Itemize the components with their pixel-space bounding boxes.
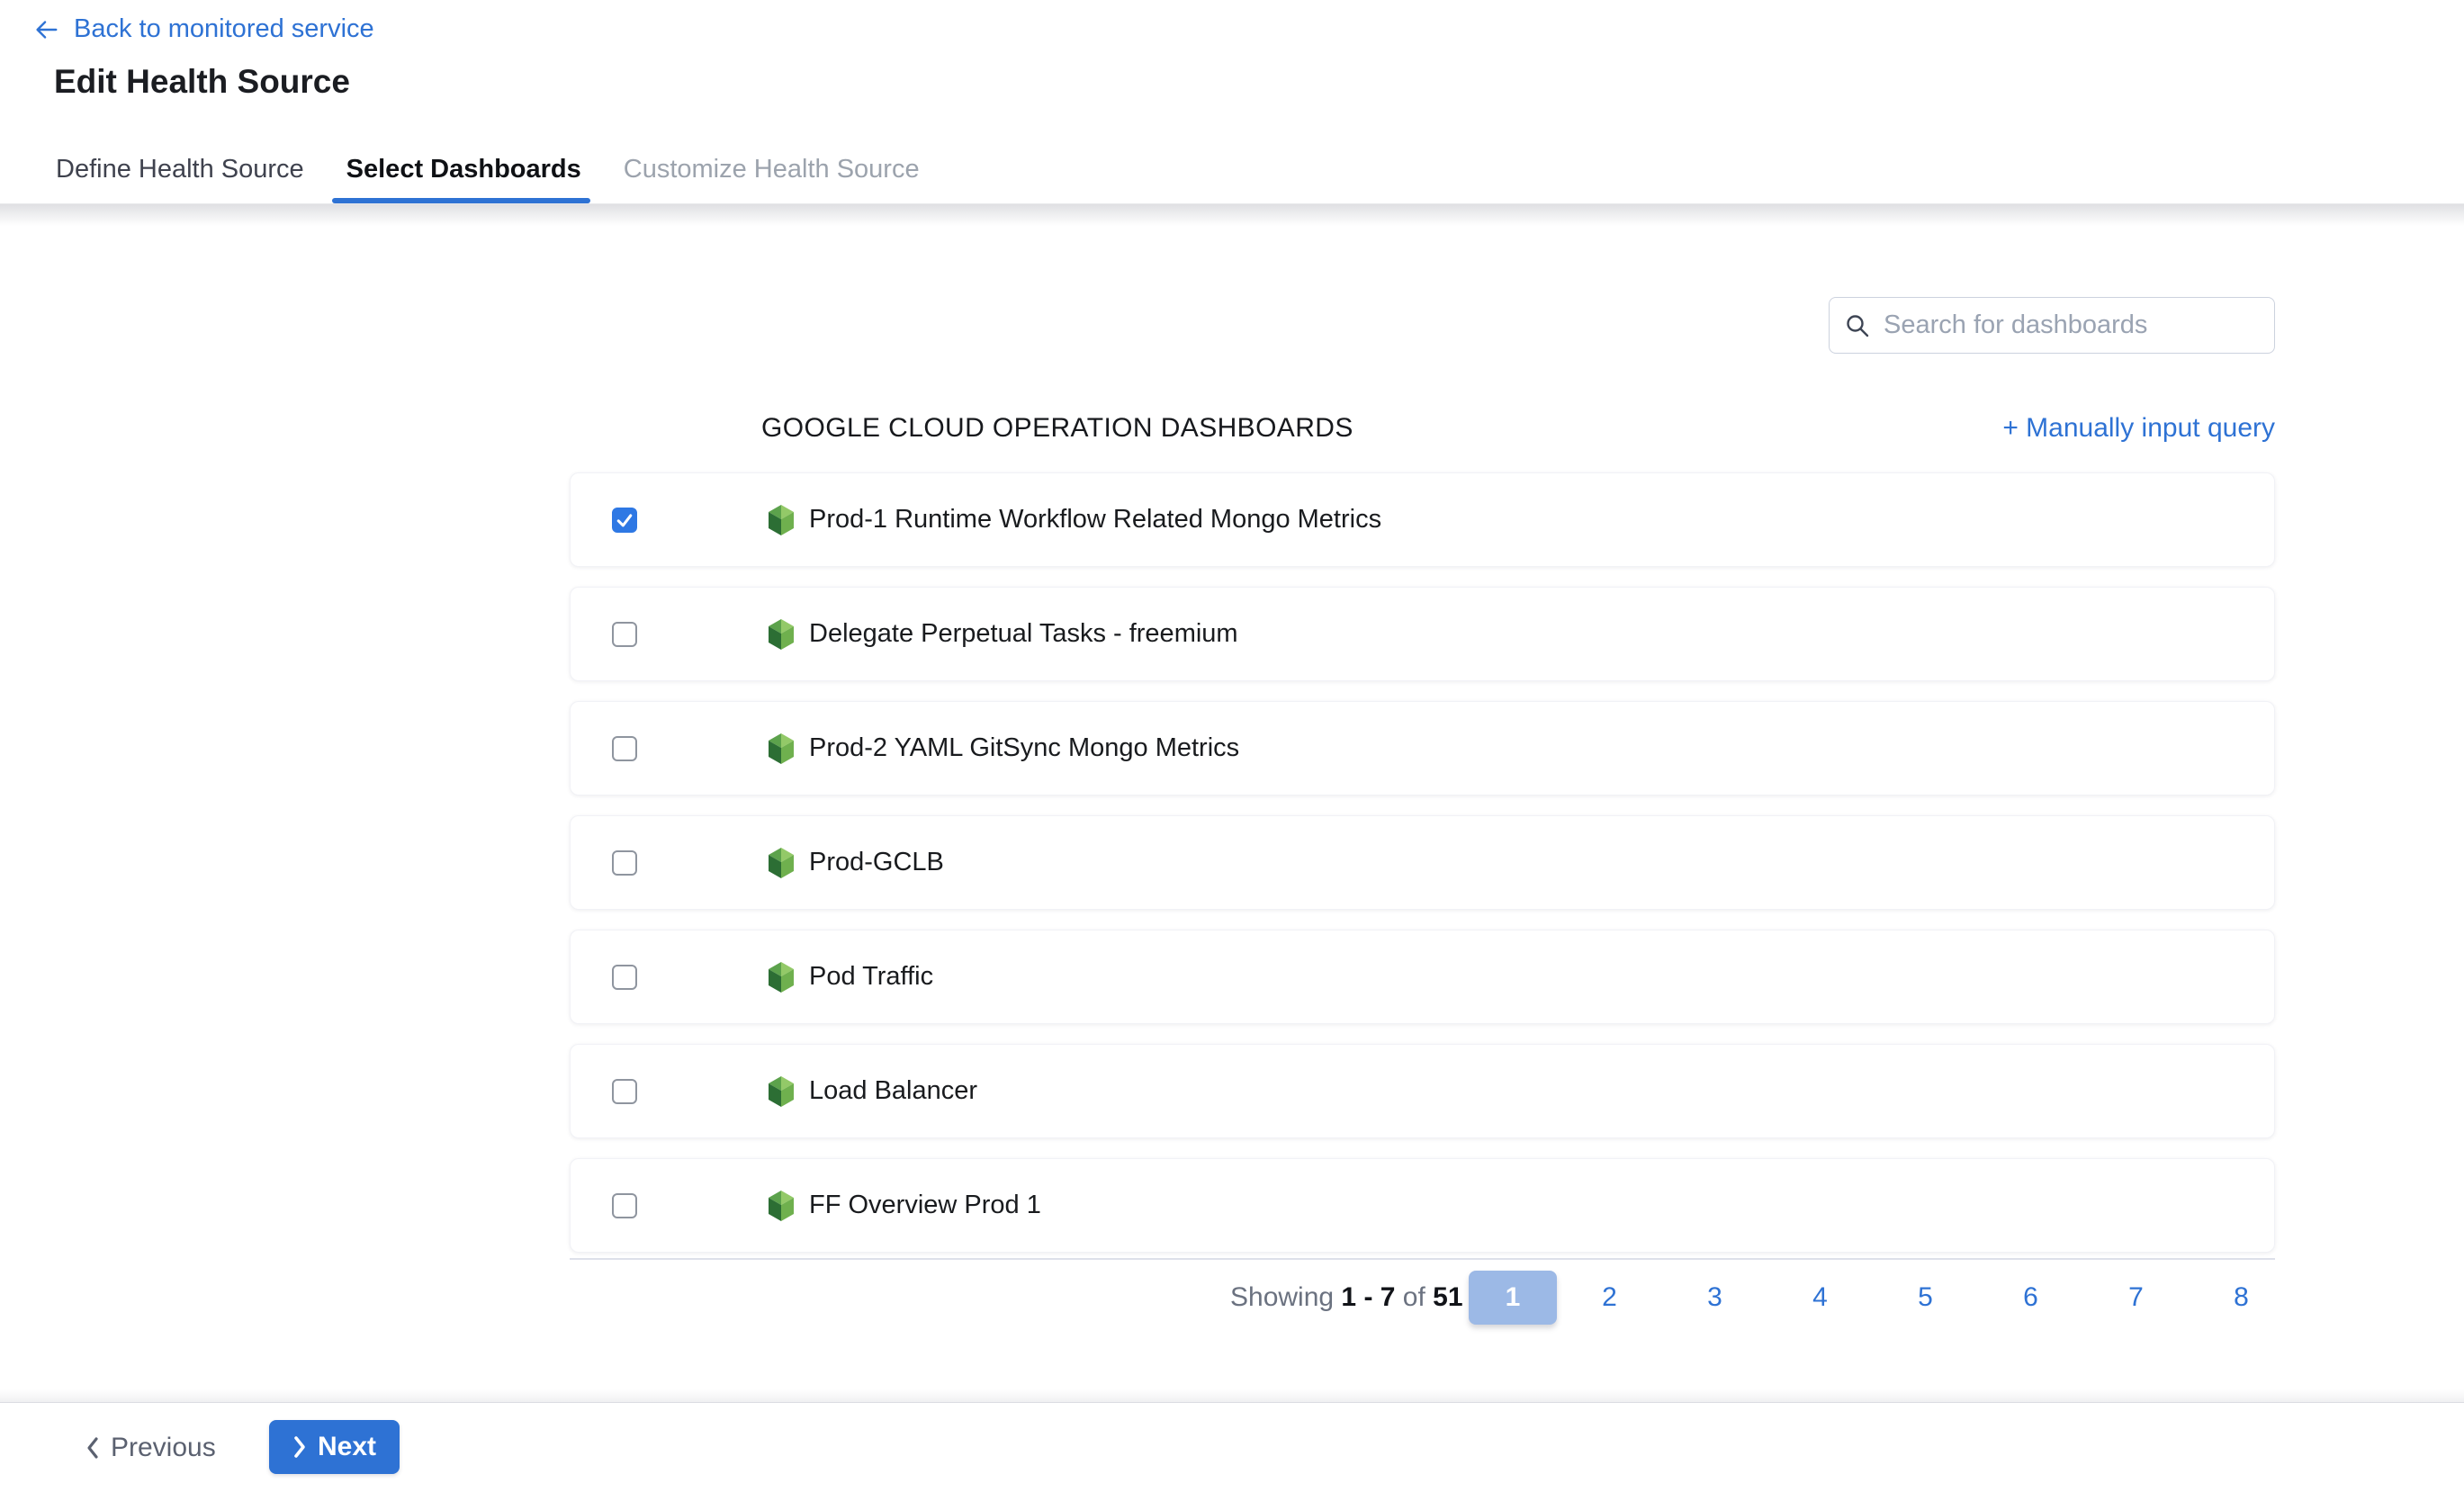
search-icon [1844,312,1871,339]
previous-label: Previous [111,1433,216,1463]
list-item[interactable]: Pod Traffic [570,930,2275,1024]
next-button[interactable]: Next [269,1420,400,1474]
footer-bar: Previous Next [0,1402,2464,1492]
page-button-4[interactable]: 4 [1767,1282,1873,1313]
list-item[interactable]: Load Balancer [570,1044,2275,1138]
page-button-8[interactable]: 8 [2189,1282,2294,1313]
dashboard-cube-icon [768,619,795,650]
dashboard-checkbox[interactable] [612,1079,637,1104]
page-button-2[interactable]: 2 [1557,1282,1662,1313]
page-button-1[interactable]: 1 [1469,1271,1557,1325]
dashboard-cube-icon [768,1076,795,1107]
dashboard-checkbox[interactable] [612,965,637,990]
page-title: Edit Health Source [54,63,350,101]
dashboard-name: Load Balancer [809,1076,977,1106]
dashboard-name: Delegate Perpetual Tasks - freemium [809,619,1238,649]
previous-button[interactable]: Previous [85,1433,216,1463]
check-icon [615,510,634,530]
tab-customize-health-source[interactable]: Customize Health Source [624,135,920,203]
section-title: GOOGLE CLOUD OPERATION DASHBOARDS [761,413,1353,444]
dashboard-list: Prod-1 Runtime Workflow Related Mongo Me… [570,472,2275,1272]
dashboard-checkbox[interactable] [612,850,637,876]
edit-health-source-page: Back to monitored service Edit Health So… [0,0,2464,1492]
tab-define-health-source[interactable]: Define Health Source [56,135,304,203]
chevron-right-icon [292,1435,307,1459]
of-label: of [1403,1282,1425,1312]
chevron-left-icon [85,1436,100,1460]
dashboard-name: Prod-GCLB [809,848,944,877]
dashboard-name: FF Overview Prod 1 [809,1191,1041,1220]
dashboard-name: Prod-2 YAML GitSync Mongo Metrics [809,733,1239,763]
next-label: Next [318,1432,376,1462]
list-item[interactable]: Prod-2 YAML GitSync Mongo Metrics [570,701,2275,795]
back-link[interactable]: Back to monitored service [32,14,374,44]
dashboard-checkbox[interactable] [612,736,637,761]
pagination: Showing 1 - 7 of 51 1 2 3 4 5 6 7 8 [1230,1271,1463,1325]
total-count: 51 [1433,1282,1462,1312]
back-link-label: Back to monitored service [74,14,374,44]
dashboard-name: Pod Traffic [809,962,933,992]
dashboard-name: Prod-1 Runtime Workflow Related Mongo Me… [809,505,1381,535]
list-bottom-divider [570,1258,2275,1260]
page-button-7[interactable]: 7 [2083,1282,2189,1313]
pagination-summary: Showing 1 - 7 of 51 [1230,1282,1463,1313]
page-button-3[interactable]: 3 [1662,1282,1767,1313]
search-input[interactable] [1884,310,2260,340]
list-item[interactable]: FF Overview Prod 1 [570,1158,2275,1253]
back-arrow-icon [32,16,59,43]
dashboard-search[interactable] [1829,297,2275,354]
page-button-6[interactable]: 6 [1978,1282,2083,1313]
tab-select-dashboards[interactable]: Select Dashboards [346,135,581,203]
dashboard-checkbox[interactable] [612,622,637,647]
showing-label: Showing [1230,1282,1334,1312]
dashboard-checkbox[interactable] [612,1193,637,1218]
tab-bar: Define Health Source Select Dashboards C… [0,135,2464,204]
dashboard-cube-icon [768,848,795,878]
showing-range: 1 - 7 [1341,1282,1395,1312]
page-list: 1 2 3 4 5 6 7 8 [1469,1271,2294,1325]
dashboard-cube-icon [768,962,795,993]
dashboard-cube-icon [768,505,795,535]
page-button-5[interactable]: 5 [1873,1282,1978,1313]
dashboard-cube-icon [768,733,795,764]
list-item[interactable]: Prod-1 Runtime Workflow Related Mongo Me… [570,472,2275,567]
dashboard-cube-icon [768,1191,795,1221]
list-item[interactable]: Prod-GCLB [570,815,2275,910]
dashboard-checkbox[interactable] [612,508,637,533]
list-item[interactable]: Delegate Perpetual Tasks - freemium [570,587,2275,681]
manually-input-query-link[interactable]: + Manually input query [2002,413,2275,444]
